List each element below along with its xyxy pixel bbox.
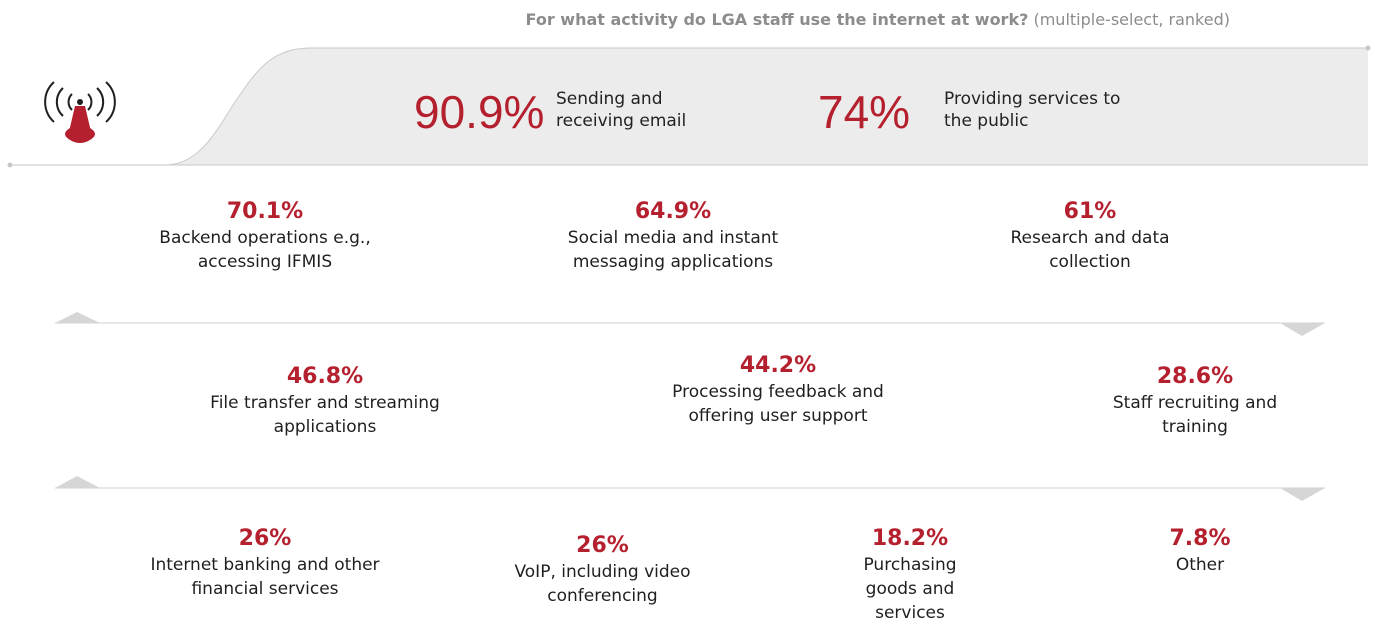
stat-value: 61% xyxy=(1063,199,1117,224)
divider-triangle-up xyxy=(55,312,100,323)
stat-value: 18.2% xyxy=(871,526,949,551)
stat-label: Purchasing goods and services xyxy=(863,555,957,623)
stat-label: Other xyxy=(1175,555,1225,575)
stat-item: 18.2% Purchasing goods and services xyxy=(845,525,975,625)
divider-triangle-down xyxy=(1280,323,1325,336)
stat-label: Staff recruiting and training xyxy=(1112,393,1278,437)
stat-value: 28.6% xyxy=(1156,364,1234,389)
stat-item: 28.6% Staff recruiting and training xyxy=(1090,363,1300,439)
stat-label: Sending and receiving email xyxy=(556,89,687,131)
stat-value: 74% xyxy=(818,86,911,138)
wifi-signal-tower-icon xyxy=(44,81,116,143)
stat-value: 26% xyxy=(238,526,292,551)
stat-label: VoIP, including video conferencing xyxy=(514,562,691,606)
divider-triangle-down xyxy=(1280,488,1325,501)
stat-label: Backend operations e.g., accessing IFMIS xyxy=(159,228,371,272)
stat-label: Research and data collection xyxy=(1010,228,1170,272)
stat-item: 61% Research and data collection xyxy=(990,198,1190,274)
stat-label: Social media and instant messaging appli… xyxy=(567,228,779,272)
stat-value: 26% xyxy=(576,533,629,558)
stat-item: 26% VoIP, including video conferencing xyxy=(490,532,715,608)
stat-value: 7.8% xyxy=(1169,526,1231,551)
stat-value: 70.1% xyxy=(226,199,304,224)
infographic: For what activity do LGA staff use the i… xyxy=(0,0,1375,638)
stat-value: 44.2% xyxy=(739,353,817,378)
stat-item: 70.1% Backend operations e.g., accessing… xyxy=(155,198,375,274)
stat-label: Processing feedback and offering user su… xyxy=(672,382,884,426)
stat-item: 44.2% Processing feedback and offering u… xyxy=(648,352,908,428)
stat-value: 46.8% xyxy=(286,364,364,389)
divider-triangle-up xyxy=(55,476,100,488)
stat-label: File transfer and streaming applications xyxy=(210,393,440,437)
stat-value: 64.9% xyxy=(634,199,712,224)
stat-item: 7.8% Other xyxy=(1140,525,1260,577)
stat-item: 64.9% Social media and instant messaging… xyxy=(538,198,808,274)
stat-label: Internet banking and other financial ser… xyxy=(150,555,380,599)
stat-item: 26% Internet banking and other financial… xyxy=(150,525,380,601)
rule-endpoint-dot xyxy=(1365,45,1371,51)
stat-item: 46.8% File transfer and streaming applic… xyxy=(180,363,470,439)
stat-value: 90.9% xyxy=(414,86,545,138)
rule-endpoint-dot xyxy=(7,162,13,168)
stat-label: Providing services to the public xyxy=(944,89,1121,131)
